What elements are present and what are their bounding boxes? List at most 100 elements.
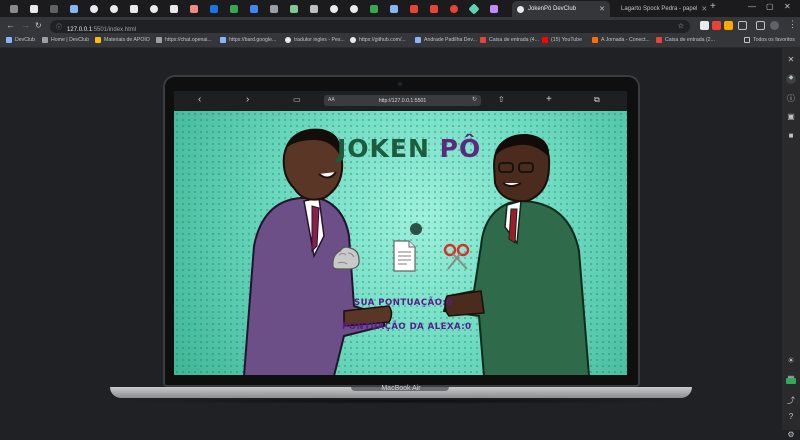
forward-icon[interactable]: → xyxy=(21,20,30,30)
bookmark-item[interactable]: DevClub xyxy=(6,37,35,43)
tab-favicon-icon xyxy=(250,5,258,13)
bookmark-label: Todos os favoritos xyxy=(753,37,795,43)
tab[interactable] xyxy=(246,2,262,16)
tab[interactable] xyxy=(206,2,222,16)
tab-favicon-icon xyxy=(230,5,238,13)
bookmark-item[interactable]: https://chat.openai... xyxy=(156,37,212,43)
close-tab-icon[interactable]: ✕ xyxy=(701,5,707,13)
tab[interactable] xyxy=(346,2,362,16)
tab[interactable] xyxy=(406,2,422,16)
bookmark-item[interactable]: (15) YouTube xyxy=(542,37,582,43)
rock-button[interactable] xyxy=(330,241,362,273)
tab[interactable] xyxy=(46,2,62,16)
safari-tabs-icon[interactable]: ⧉ xyxy=(594,95,600,105)
extensions-puzzle-icon[interactable] xyxy=(738,21,747,30)
bookmark-item[interactable]: A Jornada - Conect... xyxy=(592,37,650,43)
bookmark-item[interactable]: Home | DevClub xyxy=(42,37,89,43)
safari-share-icon[interactable]: ⇧ xyxy=(498,95,505,104)
safari-bookmarks-icon[interactable]: ▭ xyxy=(293,95,301,104)
scissors-button[interactable] xyxy=(442,241,474,273)
tab[interactable] xyxy=(226,2,242,16)
laptop-brand-label: MacBook Air xyxy=(381,385,421,392)
paper-button[interactable] xyxy=(388,239,420,272)
new-tab-button[interactable]: + xyxy=(710,1,716,12)
bookmark-star-icon[interactable]: ☆ xyxy=(678,22,684,30)
assistant-icon[interactable]: ◆ xyxy=(786,74,796,84)
tab[interactable] xyxy=(366,2,382,16)
tab[interactable] xyxy=(466,2,482,16)
extension-icon[interactable] xyxy=(724,21,733,30)
info-icon[interactable]: ⓘ xyxy=(786,93,796,103)
back-icon[interactable]: ← xyxy=(6,20,15,30)
tab[interactable] xyxy=(446,2,462,16)
close-window-icon[interactable]: ✕ xyxy=(784,2,791,11)
tab-second[interactable]: Lagarto Spock Pedra - papel ✕ xyxy=(612,2,707,16)
title-po: PÔ xyxy=(439,134,482,163)
left-businessman-illustration xyxy=(243,128,393,375)
safari-new-tab-icon[interactable]: + xyxy=(546,94,552,105)
profile-avatar[interactable] xyxy=(770,21,779,30)
close-tab-icon[interactable]: ✕ xyxy=(599,5,605,13)
reader-aa-button[interactable]: AA xyxy=(328,97,335,103)
help-icon[interactable]: ? xyxy=(786,412,796,422)
tab[interactable] xyxy=(386,2,402,16)
paper-icon xyxy=(393,240,416,272)
tab-title: JokenPô DevClub xyxy=(528,6,577,12)
tab[interactable] xyxy=(266,2,282,16)
bookmark-item[interactable]: Andrade Padilha Dev... xyxy=(415,37,477,43)
side-panel-icon[interactable] xyxy=(756,21,765,30)
tab-active[interactable]: JokenPô DevClub ✕ xyxy=(512,1,610,17)
bookmark-favicon-icon xyxy=(480,37,486,43)
settings-gear-icon[interactable]: ⚙ xyxy=(786,430,796,440)
bookmark-item[interactable]: https://bard.google... xyxy=(220,37,276,43)
bookmark-favicon-icon xyxy=(350,37,356,43)
bookmark-label: Caixa de entrada (2... xyxy=(665,37,715,43)
camera-icon[interactable]: ▣ xyxy=(786,112,796,122)
safari-forward-icon[interactable]: › xyxy=(246,94,249,105)
laptop-camera xyxy=(398,82,402,86)
safari-address-bar[interactable]: AA http://127.0.0.1:5501 ↻ xyxy=(324,95,481,106)
tab[interactable] xyxy=(146,2,162,16)
site-info-icon[interactable]: ⓘ xyxy=(56,22,62,31)
all-bookmarks-item[interactable]: Todos os favoritos xyxy=(744,37,795,43)
tab[interactable] xyxy=(326,2,342,16)
side-panel: ✕ ◆ ⓘ ▣ ■ ☀ ▦ ⤴ ? ⚙ xyxy=(782,48,800,439)
bookmark-item[interactable]: https://github.com/... xyxy=(350,37,406,43)
tab[interactable] xyxy=(486,2,502,16)
color-swatch xyxy=(786,378,796,384)
tab[interactable] xyxy=(6,2,22,16)
tab-favicon-icon xyxy=(90,5,98,13)
bookmark-item[interactable]: Materiais de APOIO xyxy=(95,37,150,43)
maximize-icon[interactable]: ▢ xyxy=(766,2,774,11)
menu-kebab-icon[interactable]: ⋮ xyxy=(788,19,797,30)
tab[interactable] xyxy=(306,2,322,16)
tab[interactable] xyxy=(126,2,142,16)
bookmark-item[interactable]: Caixa de entrada (4... xyxy=(480,37,539,43)
tab[interactable] xyxy=(26,2,42,16)
tab[interactable] xyxy=(66,2,82,16)
close-icon[interactable]: ✕ xyxy=(786,55,796,65)
share-icon[interactable]: ⤴ xyxy=(786,395,796,405)
bookmark-item[interactable]: Caixa de entrada (2... xyxy=(656,37,715,43)
tab[interactable] xyxy=(106,2,122,16)
address-bar[interactable]: ⓘ 127.0.0.1:5501/index.html ☆ xyxy=(50,20,690,33)
tab[interactable] xyxy=(186,2,202,16)
tab[interactable] xyxy=(166,2,182,16)
extension-icon[interactable] xyxy=(712,21,721,30)
reload-icon[interactable]: ↻ xyxy=(35,21,42,30)
tab[interactable] xyxy=(286,2,302,16)
bookmark-item[interactable]: tradutor ingles - Pes... xyxy=(285,37,345,43)
minimize-icon[interactable]: — xyxy=(748,2,756,11)
tab-strip: JokenPô DevClub ✕ Lagarto Spock Pedra - … xyxy=(0,0,800,17)
video-icon[interactable]: ■ xyxy=(786,131,796,141)
safari-back-icon[interactable]: ‹ xyxy=(198,94,201,105)
tab-favicon-icon xyxy=(490,5,498,13)
tab[interactable] xyxy=(426,2,442,16)
tab[interactable] xyxy=(86,2,102,16)
extension-icon[interactable] xyxy=(700,21,709,30)
brightness-icon[interactable]: ☀ xyxy=(786,356,796,366)
bookmark-label: Materiais de APOIO xyxy=(104,37,150,43)
safari-reload-icon[interactable]: ↻ xyxy=(472,96,477,103)
cursor-indicator xyxy=(410,223,422,235)
bookmark-label: https://chat.openai... xyxy=(165,37,212,43)
